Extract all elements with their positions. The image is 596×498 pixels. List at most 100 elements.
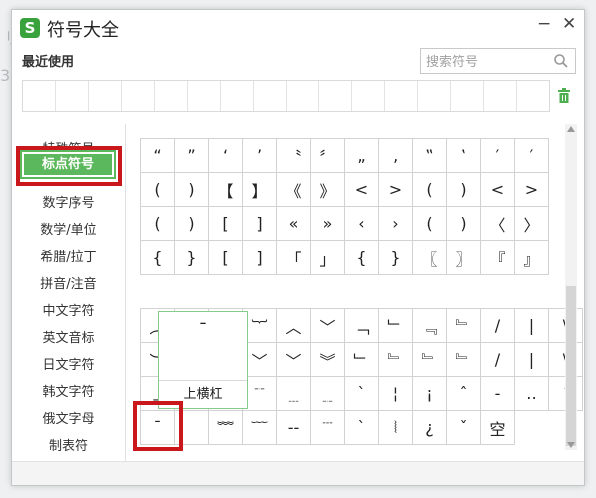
symbol-cell[interactable]: ` bbox=[345, 377, 379, 411]
symbol-cell[interactable]: ‹ bbox=[345, 207, 379, 241]
symbol-cell[interactable]: ˆ bbox=[447, 377, 481, 411]
symbol-cell[interactable]: ‘ bbox=[209, 139, 243, 173]
recent-symbol-slot[interactable] bbox=[352, 81, 386, 111]
scroll-down-icon[interactable] bbox=[567, 442, 575, 448]
symbol-cell[interactable]: ﹂ bbox=[379, 309, 413, 343]
symbol-cell[interactable]: ‛ bbox=[447, 139, 481, 173]
symbol-cell[interactable]: ︸ bbox=[243, 309, 277, 343]
recent-symbol-slot[interactable] bbox=[188, 81, 221, 111]
symbol-cell[interactable]: ﹀ bbox=[277, 343, 311, 377]
symbol-cell[interactable]: ) bbox=[447, 207, 481, 241]
symbol-cell[interactable]: ﹁ bbox=[345, 309, 379, 343]
symbol-cell[interactable]: ﹋ bbox=[243, 411, 277, 445]
symbol-cell[interactable]: 【 bbox=[209, 173, 243, 207]
symbol-cell[interactable]: ⦚ bbox=[379, 411, 413, 445]
symbol-cell[interactable]: 《 bbox=[277, 173, 311, 207]
category-item[interactable]: 日文字符 bbox=[12, 352, 125, 379]
symbol-cell[interactable]: ﹂ bbox=[345, 343, 379, 377]
scroll-up-icon[interactable] bbox=[567, 126, 575, 132]
symbol-cell[interactable]: [ bbox=[209, 207, 243, 241]
recent-symbol-slot[interactable] bbox=[89, 81, 122, 111]
symbol-cell[interactable]: ﹊ bbox=[243, 377, 277, 411]
symbol-cell[interactable]: { bbox=[141, 241, 175, 275]
close-icon[interactable]: ✕ bbox=[562, 14, 576, 34]
recent-symbol-slot[interactable] bbox=[319, 81, 353, 111]
symbol-cell[interactable]: ( bbox=[141, 173, 175, 207]
symbol-cell[interactable]: ¿ bbox=[413, 411, 447, 445]
symbol-cell[interactable]: 空 bbox=[481, 411, 515, 445]
symbol-cell[interactable]: 「 bbox=[277, 241, 311, 275]
symbol-cell[interactable]: < bbox=[345, 173, 379, 207]
symbol-cell[interactable]: ﹀ bbox=[311, 309, 345, 343]
symbol-cell[interactable]: - bbox=[481, 377, 515, 411]
symbol-cell[interactable]: ﹎ bbox=[311, 377, 345, 411]
recent-symbol-slot[interactable] bbox=[122, 81, 155, 111]
symbol-cell[interactable]: ( bbox=[413, 173, 447, 207]
symbol-cell[interactable]: 〖 bbox=[413, 241, 447, 275]
category-item[interactable]: 数学/单位 bbox=[12, 217, 125, 244]
symbol-cell[interactable]: ] bbox=[243, 207, 277, 241]
scroll-thumb[interactable] bbox=[566, 286, 576, 446]
symbol-cell[interactable]: 〞 bbox=[311, 139, 345, 173]
recent-symbol-slot[interactable] bbox=[23, 81, 56, 111]
symbol-cell[interactable]: ’ bbox=[243, 139, 277, 173]
symbol-cell[interactable]: ” bbox=[175, 139, 209, 173]
recent-symbol-slot[interactable] bbox=[484, 81, 518, 111]
symbol-cell[interactable]: > bbox=[379, 173, 413, 207]
recent-symbol-slot[interactable] bbox=[287, 81, 320, 111]
symbol-cell[interactable]: 〗 bbox=[447, 241, 481, 275]
symbol-cell[interactable]: « bbox=[277, 207, 311, 241]
category-item[interactable]: 英文音标 bbox=[12, 325, 125, 352]
symbol-cell[interactable]: 〝 bbox=[277, 139, 311, 173]
category-item[interactable]: 韩文字符 bbox=[12, 379, 125, 406]
recent-symbol-slot[interactable] bbox=[254, 81, 287, 111]
symbol-cell[interactable]: 】 bbox=[243, 173, 277, 207]
recent-symbol-slot[interactable] bbox=[418, 81, 452, 111]
recent-symbol-slot[interactable] bbox=[451, 81, 485, 111]
symbol-cell[interactable]: ( bbox=[141, 207, 175, 241]
symbol-cell[interactable]: ‟ bbox=[413, 139, 447, 173]
symbol-cell[interactable]: 』 bbox=[515, 241, 549, 275]
symbol-cell[interactable]: 〉 bbox=[515, 207, 549, 241]
symbol-cell[interactable]: ] bbox=[243, 241, 277, 275]
symbol-cell[interactable]: 〈 bbox=[481, 207, 515, 241]
symbol-cell[interactable]: ﹀ bbox=[243, 343, 277, 377]
category-item[interactable]: 俄文字母 bbox=[12, 406, 125, 433]
symbol-cell[interactable]: -- bbox=[277, 411, 311, 445]
category-item[interactable]: 拼音/注音 bbox=[12, 271, 125, 298]
symbol-cell[interactable]: ﹄ bbox=[413, 343, 447, 377]
symbol-cell[interactable]: ﹍ bbox=[277, 377, 311, 411]
recent-symbol-slot[interactable] bbox=[56, 81, 89, 111]
search-input[interactable] bbox=[421, 49, 558, 75]
category-item[interactable]: 制表符 bbox=[12, 433, 125, 460]
symbol-cell[interactable]: } bbox=[379, 241, 413, 275]
search-icon[interactable] bbox=[553, 53, 569, 69]
symbol-cell[interactable]: ﹄ bbox=[379, 343, 413, 377]
symbol-cell[interactable]: 『 bbox=[481, 241, 515, 275]
symbol-cell[interactable]: ) bbox=[175, 207, 209, 241]
search-box[interactable] bbox=[420, 48, 576, 75]
symbol-cell[interactable]: } bbox=[175, 241, 209, 275]
vertical-scrollbar[interactable] bbox=[565, 124, 577, 450]
symbol-cell[interactable]: > bbox=[515, 173, 549, 207]
symbol-cell[interactable]: ︿ bbox=[277, 309, 311, 343]
symbol-cell[interactable]: ′ bbox=[481, 139, 515, 173]
symbol-cell[interactable]: 》 bbox=[311, 173, 345, 207]
symbol-cell[interactable]: „ bbox=[345, 139, 379, 173]
symbol-cell[interactable]: < bbox=[481, 173, 515, 207]
symbol-cell[interactable]: » bbox=[311, 207, 345, 241]
symbol-cell[interactable]: ˇ bbox=[447, 411, 481, 445]
symbol-cell[interactable]: ﹄ bbox=[447, 343, 481, 377]
symbol-cell[interactable]: ( bbox=[413, 207, 447, 241]
symbol-cell[interactable]: ′ bbox=[515, 139, 549, 173]
category-item[interactable]: 标点符号 bbox=[20, 150, 116, 179]
category-item[interactable]: 希腊/拉丁 bbox=[12, 244, 125, 271]
symbol-cell[interactable]: / bbox=[481, 309, 515, 343]
symbol-cell[interactable]: ﹃ bbox=[413, 309, 447, 343]
symbol-cell[interactable]: ﹉ bbox=[311, 411, 345, 445]
recent-symbol-slot[interactable] bbox=[385, 81, 419, 111]
symbol-cell[interactable]: ) bbox=[447, 173, 481, 207]
symbol-cell[interactable]: ` bbox=[345, 411, 379, 445]
minus-icon[interactable]: − bbox=[537, 14, 551, 34]
symbol-cell[interactable]: ﹌ bbox=[209, 411, 243, 445]
